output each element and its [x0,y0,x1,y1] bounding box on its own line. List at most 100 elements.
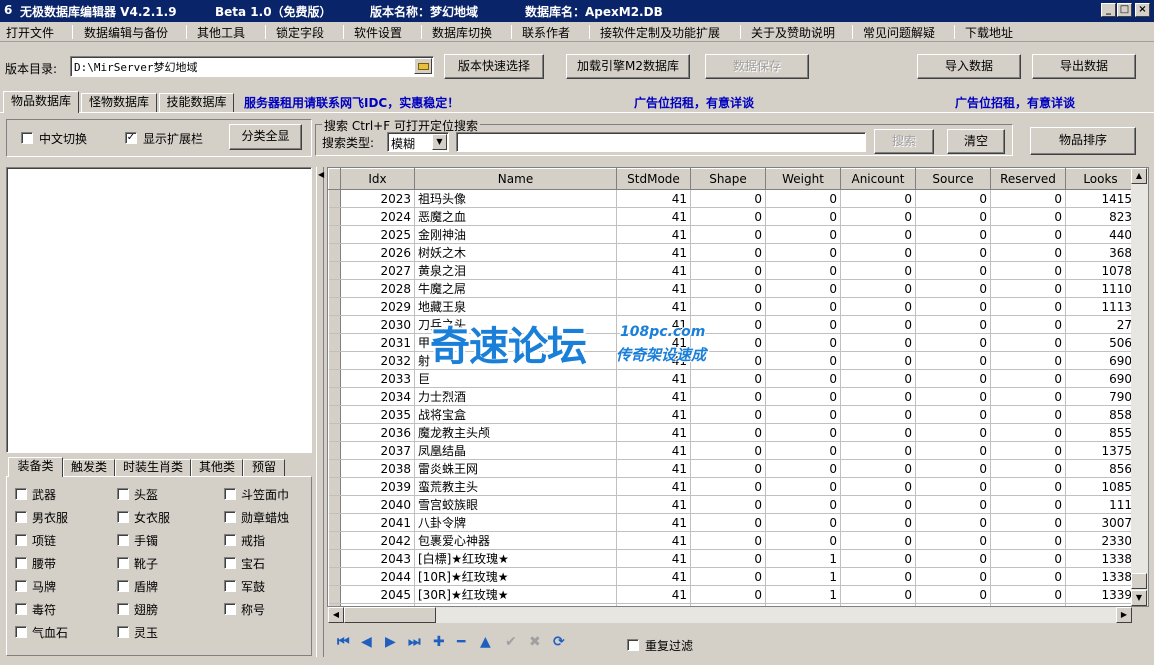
cell-stdmode[interactable]: 41 [616,207,691,226]
cell-name[interactable]: 力士烈酒 [414,387,617,406]
cell-name[interactable]: 战将宝盒 [414,405,617,424]
cell-stdmode[interactable]: 41 [616,387,691,406]
cell-source[interactable]: 0 [915,387,991,406]
cell-looks[interactable]: 1338 [1065,549,1136,568]
column-header-stdmode[interactable]: StdMode [616,168,691,190]
cell-idx[interactable]: 2023 [340,189,415,208]
cell-idx[interactable]: 2043 [340,549,415,568]
cell-stdmode[interactable]: 41 [616,423,691,442]
cell-stdmode[interactable]: 41 [616,585,691,604]
cell-shape[interactable]: 0 [690,441,766,460]
load-engine-db-button[interactable]: 加载引擎M2数据库 [566,54,690,79]
category-checkbox[interactable] [15,626,27,638]
cell-weight[interactable]: 0 [765,279,841,298]
cell-anicount[interactable]: 0 [840,279,916,298]
category-checkbox[interactable] [117,488,129,500]
table-row[interactable]: 2033 巨 41 0 0 0 0 0 690 [328,369,1136,388]
menu-faq[interactable]: 常见问题解疑 [863,24,935,41]
cell-shape[interactable]: 0 [690,243,766,262]
cell-stdmode[interactable]: 41 [616,369,691,388]
maximize-icon[interactable]: □ [1117,3,1132,17]
cell-reserved[interactable]: 0 [990,225,1066,244]
column-header-looks[interactable]: Looks [1065,168,1136,190]
cell-anicount[interactable]: 0 [840,405,916,424]
cell-weight[interactable]: 1 [765,549,841,568]
cell-idx[interactable]: 2035 [340,405,415,424]
tab-fashion-zodiac[interactable]: 时装生肖类 [115,459,191,477]
cell-name[interactable]: 牛魔之屌 [414,279,617,298]
cell-weight[interactable]: 0 [765,513,841,532]
cell-reserved[interactable]: 0 [990,279,1066,298]
cell-shape[interactable]: 0 [690,531,766,550]
cell-idx[interactable]: 2045 [340,585,415,604]
table-row[interactable]: 2027 黄泉之泪 41 0 0 0 0 0 1078 [328,261,1136,280]
cell-weight[interactable]: 0 [765,459,841,478]
cell-anicount[interactable]: 0 [840,369,916,388]
column-header-reserved[interactable]: Reserved [990,168,1066,190]
insert-record-icon[interactable]: ✚ [433,634,445,650]
cell-source[interactable]: 0 [915,405,991,424]
scroll-right-icon[interactable]: ▶ [1116,607,1132,623]
cell-looks[interactable]: 790 [1065,387,1136,406]
cell-looks[interactable]: 2330 [1065,531,1136,550]
cell-source[interactable]: 0 [915,459,991,478]
cell-reserved[interactable]: 0 [990,207,1066,226]
cell-shape[interactable]: 0 [690,549,766,568]
category-checkbox[interactable] [15,603,27,615]
edit-record-icon[interactable]: ▲ [480,634,491,650]
cell-source[interactable]: 0 [915,315,991,334]
cell-shape[interactable]: 0 [690,459,766,478]
first-record-icon[interactable]: ⏮ [337,634,350,650]
cell-shape[interactable]: 0 [690,477,766,496]
cell-reserved[interactable]: 0 [990,351,1066,370]
cell-anicount[interactable]: 0 [840,495,916,514]
cell-name[interactable]: 恶魔之血 [414,207,617,226]
cell-stdmode[interactable]: 41 [616,405,691,424]
cell-stdmode[interactable]: 41 [616,297,691,316]
cell-reserved[interactable]: 0 [990,585,1066,604]
menu-download[interactable]: 下载地址 [965,24,1013,41]
cell-source[interactable]: 0 [915,243,991,262]
column-header-anicount[interactable]: Anicount [840,168,916,190]
table-row[interactable]: 2045 [30R]★红玫瑰★ 41 0 1 0 0 0 1339 [328,585,1136,604]
category-checkbox[interactable] [224,557,236,569]
column-header-name[interactable]: Name [414,168,617,190]
cell-reserved[interactable]: 0 [990,477,1066,496]
cell-name[interactable]: 地藏王泉 [414,297,617,316]
column-header-weight[interactable]: Weight [765,168,841,190]
scroll-up-icon[interactable]: ▲ [1131,168,1147,184]
table-row[interactable]: 2037 凤凰结晶 41 0 0 0 0 0 1375 [328,441,1136,460]
category-checkbox[interactable] [224,603,236,615]
category-checkbox[interactable] [117,626,129,638]
category-checkbox[interactable] [224,511,236,523]
cell-stdmode[interactable]: 41 [616,189,691,208]
category-checkbox[interactable] [15,488,27,500]
cell-idx[interactable]: 2029 [340,297,415,316]
cell-looks[interactable]: 3007 [1065,513,1136,532]
table-row[interactable]: 2023 祖玛头像 41 0 0 0 0 0 1415 [328,189,1136,208]
version-dir-input[interactable]: D:\MirServer梦幻地域 [70,56,434,77]
cell-reserved[interactable]: 0 [990,405,1066,424]
cell-reserved[interactable]: 0 [990,333,1066,352]
cell-idx[interactable]: 2041 [340,513,415,532]
cell-name[interactable]: [30R]★红玫瑰★ [414,585,617,604]
close-icon[interactable]: × [1135,3,1150,17]
table-row[interactable]: 2042 包裹爱心神器 41 0 0 0 0 0 2330 [328,531,1136,550]
refresh-icon[interactable]: ⟳ [553,634,565,650]
cell-anicount[interactable]: 0 [840,387,916,406]
table-row[interactable]: 2041 八卦令牌 41 0 0 0 0 0 3007 [328,513,1136,532]
cell-weight[interactable]: 0 [765,189,841,208]
category-checkbox[interactable] [15,511,27,523]
menu-customize[interactable]: 接软件定制及功能扩展 [600,24,720,41]
cell-looks[interactable]: 855 [1065,423,1136,442]
category-checkbox[interactable] [224,488,236,500]
cell-anicount[interactable]: 0 [840,423,916,442]
cell-source[interactable]: 0 [915,441,991,460]
cell-source[interactable]: 0 [915,423,991,442]
cell-weight[interactable]: 0 [765,333,841,352]
category-checkbox[interactable] [224,580,236,592]
cell-anicount[interactable]: 0 [840,225,916,244]
cell-stdmode[interactable]: 41 [616,549,691,568]
search-button[interactable]: 搜索 [874,129,934,154]
cell-shape[interactable]: 0 [690,405,766,424]
